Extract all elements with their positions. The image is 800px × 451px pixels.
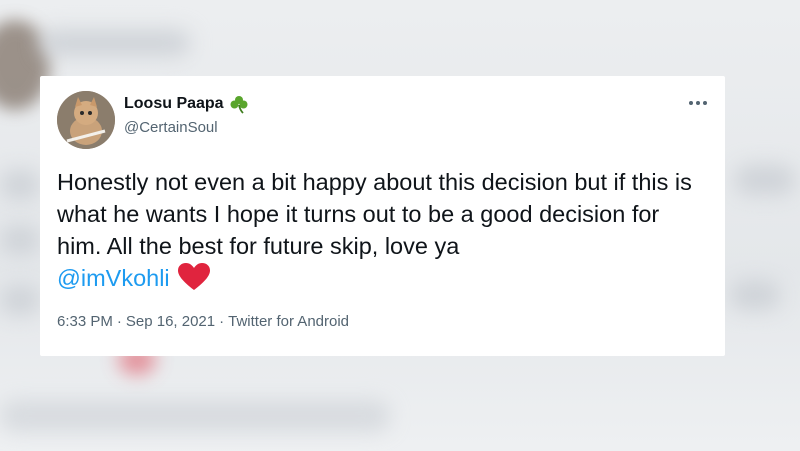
tweet-source[interactable]: Twitter for Android: [228, 313, 349, 330]
mention-link[interactable]: @imVkohli: [57, 265, 170, 291]
tweet-date[interactable]: Sep 16, 2021: [126, 313, 215, 330]
meta-separator: ·: [116, 313, 122, 330]
blurred-meta: [0, 400, 390, 432]
blurred-text: [40, 30, 190, 56]
tweet-body: Honestly not even a bit happy about this…: [57, 169, 692, 259]
avatar[interactable]: [57, 91, 115, 149]
more-options-icon[interactable]: [685, 90, 711, 116]
blurred-text: [0, 170, 40, 200]
blurred-text: [735, 165, 795, 195]
display-name[interactable]: Loosu Paapa: [124, 95, 224, 113]
tweet-text: Honestly not even a bit happy about this…: [57, 166, 707, 294]
user-handle[interactable]: @CertainSoul: [124, 119, 218, 136]
tweet-time[interactable]: 6:33 PM: [57, 313, 113, 330]
red-heart-icon: [177, 263, 210, 290]
meta-separator: ·: [219, 313, 225, 330]
blurred-text: [0, 285, 40, 315]
tweet-meta: 6:33 PM · Sep 16, 2021 · Twitter for And…: [57, 313, 349, 330]
author-row: Loosu Paapa: [124, 94, 249, 114]
avatar-cat-image: [57, 91, 115, 149]
blurred-text: [730, 280, 780, 310]
tweet-card: Loosu Paapa @CertainSoul Honestly not ev…: [40, 76, 725, 356]
shamrock-icon: [230, 96, 248, 114]
blurred-text: [0, 225, 40, 255]
